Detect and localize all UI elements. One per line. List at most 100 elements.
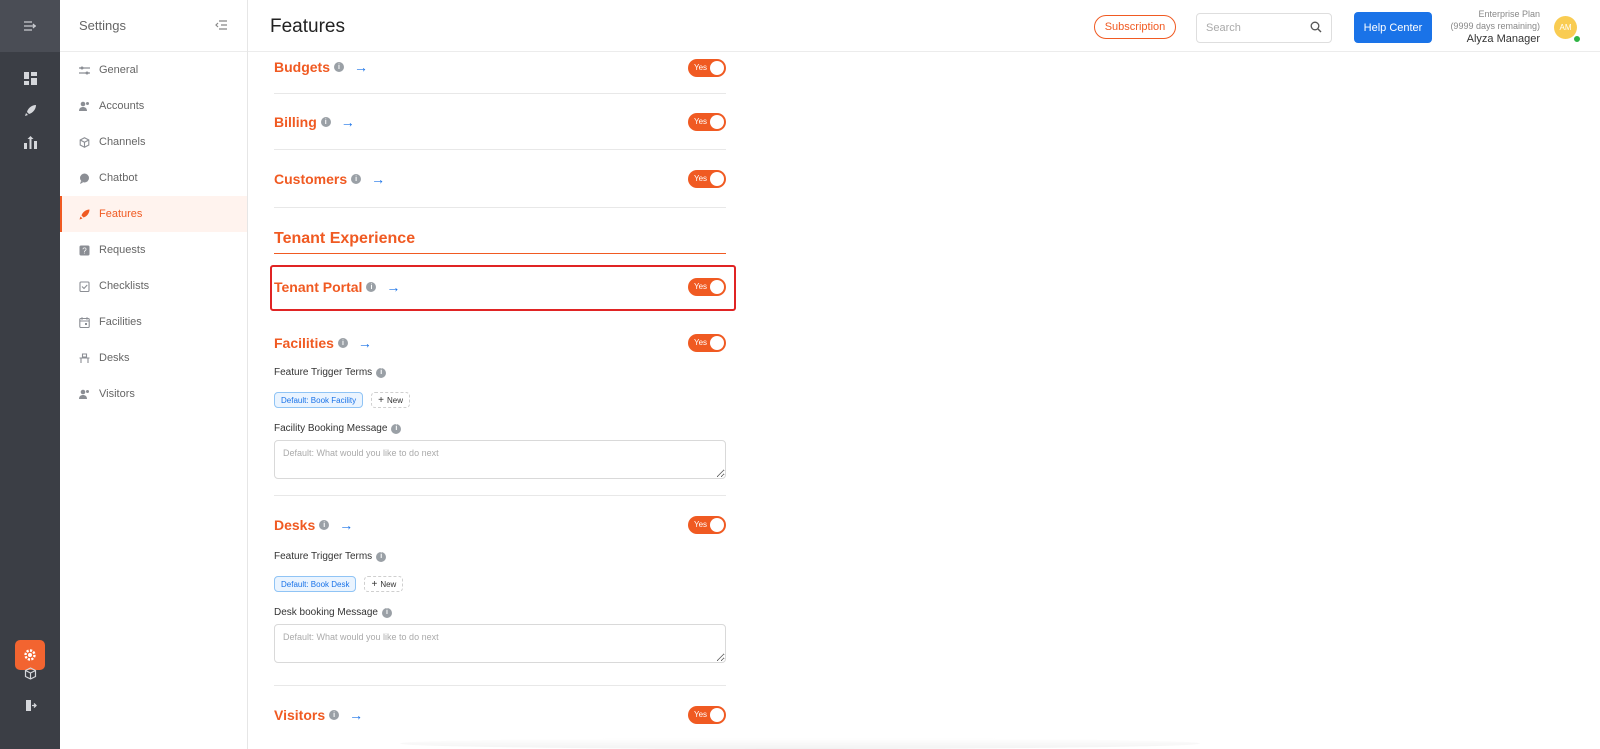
bottom-shadow <box>400 738 1200 749</box>
section-title: Tenant Experience <box>274 230 416 247</box>
sidebar-item-visitors[interactable]: Visitors <box>60 376 247 412</box>
feature-name-billing[interactable]: Billing <box>274 114 317 130</box>
trigger-terms-chips: Default: Book Facility + New <box>274 392 410 408</box>
toggle-billing[interactable]: Yes <box>688 113 726 131</box>
arrow-right-icon[interactable]: → <box>349 707 363 723</box>
toggle-budgets[interactable]: Yes <box>688 59 726 77</box>
trigger-term-chip[interactable]: Default: Book Facility <box>274 392 364 408</box>
visitors-icon <box>78 388 90 400</box>
info-icon[interactable]: i <box>319 520 330 530</box>
feature-row-budgets: Budgets i → Yes <box>274 52 726 94</box>
chat-icon <box>78 172 90 184</box>
calendar-icon <box>78 316 90 328</box>
search-input[interactable] <box>1206 22 1306 34</box>
info-icon[interactable]: i <box>351 174 362 184</box>
arrow-right-icon[interactable]: → <box>358 335 372 351</box>
help-center-button[interactable]: Help Center <box>1354 12 1432 43</box>
arrow-right-icon[interactable]: → <box>341 114 355 130</box>
sidebar-item-requests[interactable]: ? Requests <box>60 232 247 268</box>
feature-name-facilities[interactable]: Facilities <box>274 335 334 351</box>
info-icon[interactable]: i <box>337 338 348 348</box>
feature-name-desks[interactable]: Desks <box>274 517 315 533</box>
search-box[interactable] <box>1196 13 1332 43</box>
app-rail <box>0 0 60 749</box>
users-icon <box>78 100 90 112</box>
sidebar-item-channels[interactable]: Channels <box>60 124 247 160</box>
toggle-label: Yes <box>694 338 708 347</box>
question-icon: ? <box>78 244 90 256</box>
features-content: Budgets i → Yes Billing i → Yes Customer… <box>274 52 726 746</box>
sidebar-item-features[interactable]: Features <box>60 196 247 232</box>
search-icon[interactable] <box>1310 21 1322 36</box>
cube-icon <box>78 136 90 148</box>
sidebar-menu: General Accounts Channels Chatbot Featur… <box>60 52 247 412</box>
page-title: Features <box>270 16 345 37</box>
trigger-terms-label: Feature Trigger Terms i <box>274 367 387 378</box>
reports-icon[interactable] <box>0 130 60 154</box>
box-icon[interactable] <box>0 661 60 685</box>
sidebar-item-chatbot[interactable]: Chatbot <box>60 160 247 196</box>
trigger-term-chip[interactable]: Default: Book Desk <box>274 576 357 592</box>
arrow-right-icon[interactable]: → <box>339 517 353 533</box>
arrow-right-icon[interactable]: → <box>354 59 368 75</box>
message-label-text: Facility Booking Message <box>274 423 388 434</box>
trigger-terms-text: Feature Trigger Terms <box>274 367 373 378</box>
online-status-dot <box>1573 35 1581 43</box>
desk-booking-message-input[interactable] <box>274 624 726 663</box>
sidebar-item-checklists[interactable]: Checklists <box>60 268 247 304</box>
sidebar-item-label: Checklists <box>99 280 150 292</box>
info-icon[interactable]: i <box>376 367 387 378</box>
sidebar-item-facilities[interactable]: Facilities <box>60 304 247 340</box>
add-term-button[interactable]: + New <box>371 392 410 408</box>
sidebar-item-label: Chatbot <box>99 172 138 184</box>
info-icon[interactable]: i <box>391 423 402 434</box>
plus-icon: + <box>378 394 384 406</box>
top-header: Features Subscription Help Center Enterp… <box>248 0 1600 52</box>
svg-text:?: ? <box>82 246 87 255</box>
toggle-knob <box>710 115 724 129</box>
toggle-facilities[interactable]: Yes <box>688 334 726 352</box>
toggle-customers[interactable]: Yes <box>688 170 726 188</box>
section-tenant-experience: Tenant Experience <box>274 208 726 254</box>
facility-booking-message-input[interactable] <box>274 440 726 479</box>
sidebar-item-label: Desks <box>99 352 130 364</box>
toggle-visitors[interactable]: Yes <box>688 706 726 724</box>
tenant-portal-highlight <box>270 265 736 311</box>
logout-icon[interactable] <box>0 693 60 717</box>
plan-days-remaining: (9999 days remaining) <box>1450 21 1540 31</box>
info-icon[interactable]: i <box>381 607 392 618</box>
toggle-desks[interactable]: Yes <box>688 516 726 534</box>
info-icon[interactable]: i <box>376 551 387 562</box>
toggle-label: Yes <box>694 174 708 183</box>
info-icon[interactable]: i <box>334 62 344 72</box>
feature-name-visitors[interactable]: Visitors <box>274 707 325 723</box>
arrow-right-icon[interactable]: → <box>371 171 385 187</box>
dashboard-icon[interactable] <box>0 66 60 90</box>
message-label: Desk booking Message i <box>274 607 392 618</box>
sidebar-item-label: Requests <box>99 244 146 256</box>
rocket-icon <box>78 208 90 220</box>
toggle-label: Yes <box>694 520 708 529</box>
checklist-icon <box>78 280 90 292</box>
sidebar-header: Settings <box>60 0 247 52</box>
sidebar-item-general[interactable]: General <box>60 52 247 88</box>
sidebar-item-label: Accounts <box>99 100 145 112</box>
features-rocket-icon[interactable] <box>0 98 60 122</box>
collapse-sidebar-icon[interactable] <box>215 18 227 33</box>
feature-name-budgets[interactable]: Budgets <box>274 59 330 75</box>
add-term-button[interactable]: + New <box>364 576 404 592</box>
sidebar-item-desks[interactable]: Desks <box>60 340 247 376</box>
toggle-label: Yes <box>694 63 708 72</box>
feature-name-customers[interactable]: Customers <box>274 171 347 187</box>
sidebar-item-label: Facilities <box>99 316 142 328</box>
sidebar-item-label: Features <box>99 208 143 220</box>
user-name: Alyza Manager <box>1466 33 1540 45</box>
feature-row-billing: Billing i → Yes <box>274 94 726 150</box>
subscription-button[interactable]: Subscription <box>1094 15 1176 39</box>
user-info: Enterprise Plan (9999 days remaining) Al… <box>1428 8 1540 47</box>
menu-expand-icon[interactable] <box>0 0 60 52</box>
info-icon[interactable]: i <box>320 117 331 127</box>
info-icon[interactable]: i <box>329 710 340 720</box>
sidebar-item-accounts[interactable]: Accounts <box>60 88 247 124</box>
trigger-terms-text: Feature Trigger Terms <box>274 551 373 562</box>
